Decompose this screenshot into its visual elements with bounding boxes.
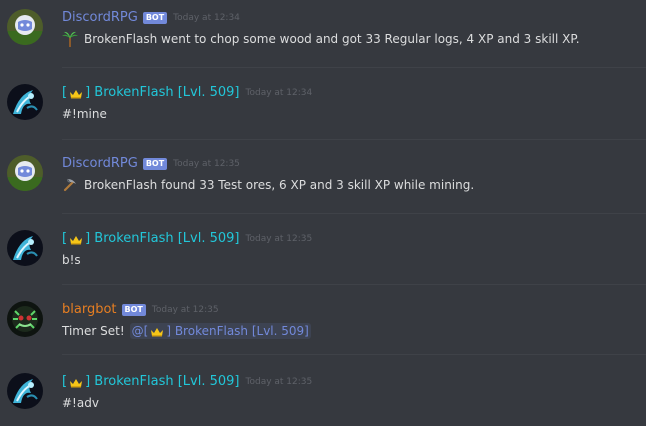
divider	[62, 67, 646, 68]
user-mention[interactable]: @[ ] BrokenFlash [Lvl. 509]	[129, 323, 311, 339]
discord-logo-avatar-icon	[7, 9, 43, 45]
divider	[62, 139, 646, 140]
blargbot-avatar-icon	[7, 301, 43, 337]
author-prefix[interactable]: [	[62, 373, 67, 391]
avatar[interactable]	[7, 373, 43, 409]
timestamp: Today at 12:35	[245, 377, 313, 387]
message-text: b!s	[62, 253, 81, 267]
bot-badge: BOT	[142, 158, 168, 170]
message-text: Timer Set!	[62, 324, 125, 338]
divider	[62, 213, 646, 214]
avatar[interactable]	[7, 84, 43, 120]
author-prefix[interactable]: [	[62, 84, 67, 102]
discord-logo-avatar-icon	[7, 155, 43, 191]
avatar[interactable]	[7, 301, 43, 337]
timestamp: Today at 12:35	[173, 159, 240, 169]
message-header: DiscordRPG BOT Today at 12:34	[62, 9, 240, 27]
timestamp: Today at 12:34	[173, 13, 240, 23]
message-text: #!adv	[62, 396, 99, 410]
avatar[interactable]	[7, 155, 43, 191]
message-header: [ ] BrokenFlash [Lvl. 509] Today at 12:3…	[62, 230, 312, 248]
message-5: blargbot BOT Today at 12:35 Timer Set! @…	[0, 301, 646, 361]
message-content: BrokenFlash found 33 Test ores, 6 XP and…	[62, 177, 474, 193]
author-name[interactable]: DiscordRPG	[62, 155, 138, 173]
divider	[62, 284, 646, 285]
message-text: BrokenFlash went to chop some wood and g…	[84, 32, 580, 46]
message-header: [ ] BrokenFlash [Lvl. 509] Today at 12:3…	[62, 373, 312, 391]
author-prefix[interactable]: [	[62, 230, 67, 248]
message-content: Timer Set! @[ ] BrokenFlash [Lvl. 509]	[62, 323, 311, 339]
message-header: DiscordRPG BOT Today at 12:35	[62, 155, 240, 173]
crown-icon	[150, 327, 164, 337]
author-name[interactable]: ] BrokenFlash [Lvl. 509]	[85, 373, 239, 391]
crown-icon	[69, 378, 83, 388]
pickaxe-icon	[62, 177, 78, 193]
author-name[interactable]: ] BrokenFlash [Lvl. 509]	[85, 230, 239, 248]
message-2: [ ] BrokenFlash [Lvl. 509] Today at 12:3…	[0, 84, 646, 144]
divider	[62, 354, 646, 355]
crown-icon	[69, 235, 83, 245]
chat-log: DiscordRPG BOT Today at 12:34 BrokenFlas…	[0, 0, 646, 426]
avatar[interactable]	[7, 230, 43, 266]
message-1: DiscordRPG BOT Today at 12:34 BrokenFlas…	[0, 9, 646, 69]
message-header: blargbot BOT Today at 12:35	[62, 301, 219, 319]
message-content: b!s	[62, 252, 81, 268]
timestamp: Today at 12:34	[245, 88, 313, 98]
message-text: #!mine	[62, 107, 107, 121]
avatar[interactable]	[7, 9, 43, 45]
message-3: DiscordRPG BOT Today at 12:35 BrokenFlas…	[0, 155, 646, 215]
message-text: BrokenFlash found 33 Test ores, 6 XP and…	[84, 178, 475, 192]
brokenflash-avatar-icon	[7, 373, 43, 409]
bot-badge: BOT	[121, 304, 146, 316]
bot-badge: BOT	[142, 12, 168, 24]
timestamp: Today at 12:35	[245, 234, 313, 244]
message-content: BrokenFlash went to chop some wood and g…	[62, 31, 580, 47]
brokenflash-avatar-icon	[7, 230, 43, 266]
author-name[interactable]: ] BrokenFlash [Lvl. 509]	[85, 84, 239, 102]
message-content: #!mine	[62, 106, 107, 122]
message-header: [ ] BrokenFlash [Lvl. 509] Today at 12:3…	[62, 84, 312, 102]
message-4: [ ] BrokenFlash [Lvl. 509] Today at 12:3…	[0, 230, 646, 290]
author-name[interactable]: DiscordRPG	[62, 9, 138, 27]
mention-prefix: @[	[131, 324, 149, 338]
brokenflash-avatar-icon	[7, 84, 43, 120]
message-content: #!adv	[62, 395, 99, 411]
mention-name: ] BrokenFlash [Lvl. 509]	[166, 324, 309, 338]
timestamp: Today at 12:35	[151, 305, 219, 315]
palm-tree-icon	[62, 31, 78, 47]
crown-icon	[69, 89, 83, 99]
message-6: [ ] BrokenFlash [Lvl. 509] Today at 12:3…	[0, 373, 646, 426]
author-name[interactable]: blargbot	[62, 301, 117, 319]
